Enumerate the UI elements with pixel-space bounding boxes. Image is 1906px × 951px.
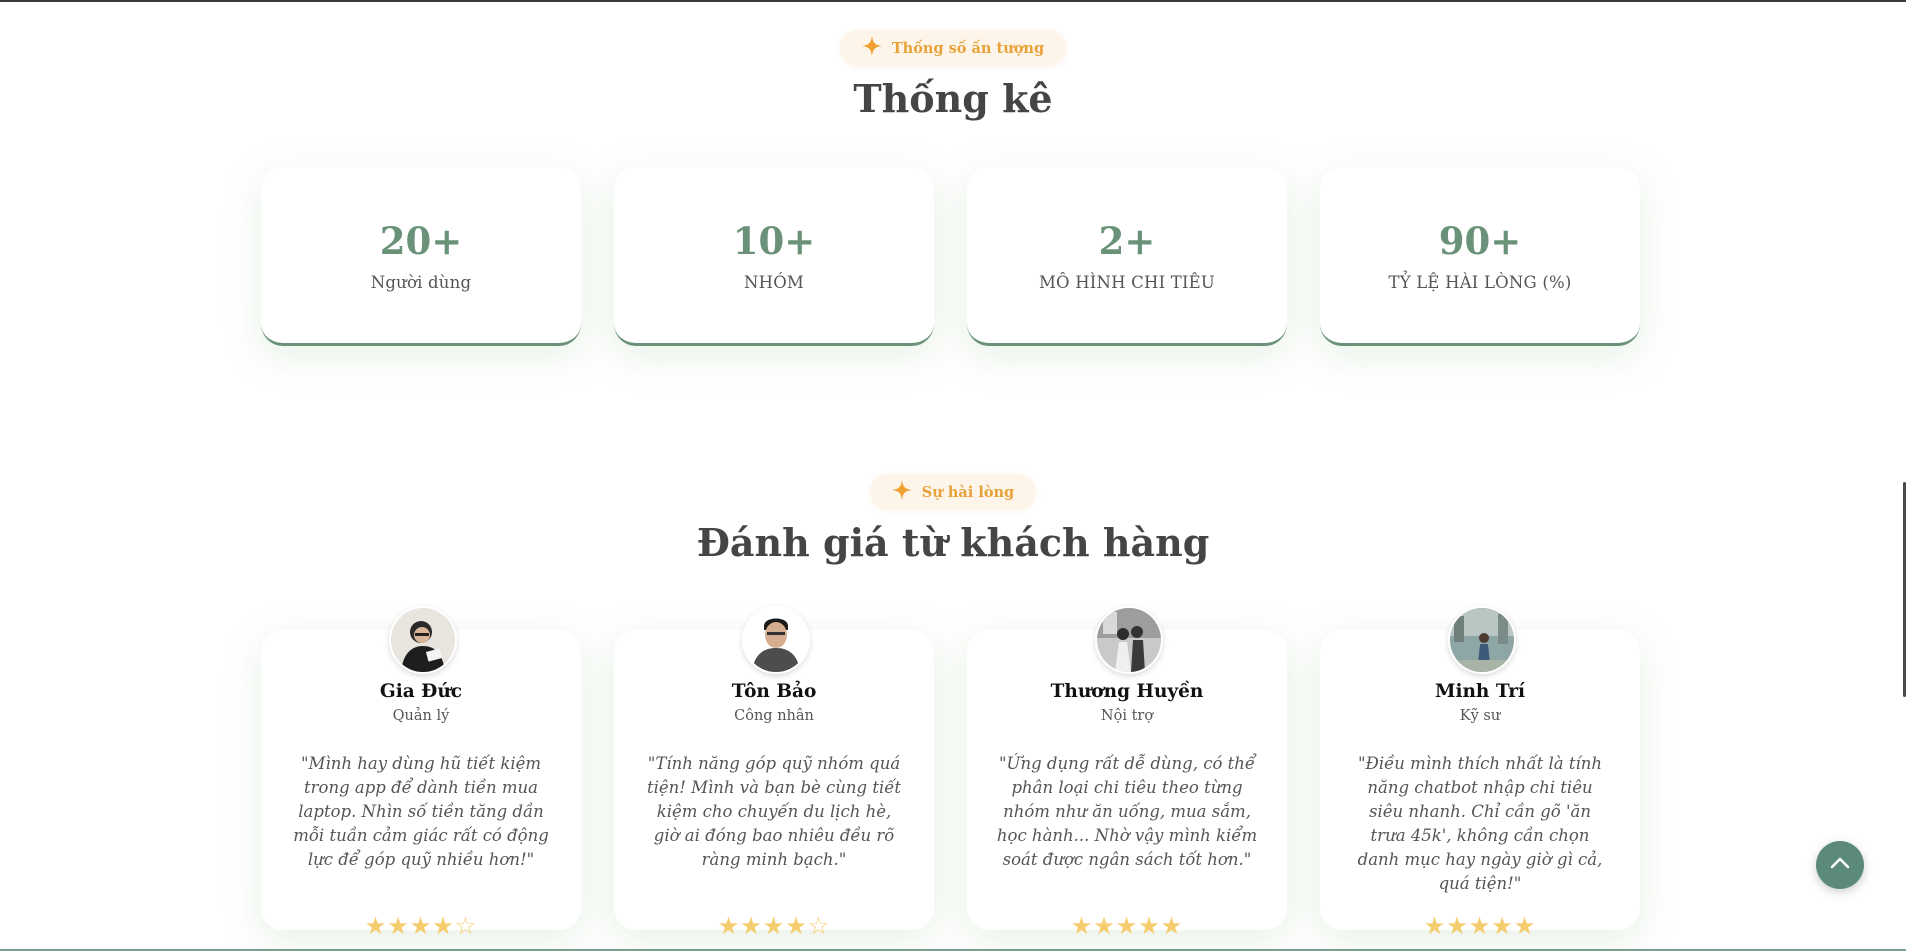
star-icon: ★ — [1160, 912, 1184, 940]
reviewer-name: Minh Trí — [1434, 681, 1526, 702]
star-icon: ★ — [717, 912, 741, 940]
star-icon: ★ — [387, 912, 410, 940]
star-icon: ★ — [1513, 912, 1537, 940]
star-icon: ★ — [1070, 912, 1094, 940]
reviews-badge-label: Sự hài lòng — [921, 483, 1015, 501]
sparkle-icon — [891, 480, 912, 504]
stat-card-groups: 10+ NHÓM — [614, 167, 934, 346]
avatar — [389, 606, 457, 674]
review-quote: "Mình hay dùng hũ tiết kiệm trong app để… — [293, 754, 549, 869]
star-outline-icon: ☆ — [807, 912, 831, 940]
stats-badge: Thống số ấn tượng — [839, 30, 1067, 66]
sparkle-icon — [861, 36, 882, 60]
top-border — [0, 0, 1906, 2]
star-icon: ★ — [762, 912, 786, 940]
review-card: Thương Huyền Nội trợ "Ứng dụng rất dễ dù… — [967, 606, 1287, 940]
stat-value: 10+ — [732, 219, 816, 263]
reviewer-name: Gia Đức — [379, 681, 463, 702]
star-rating: ★★★★★ — [1320, 912, 1640, 940]
star-rating: ★★★★☆ — [614, 912, 934, 940]
star-icon: ★ — [432, 912, 455, 940]
avatar — [742, 606, 810, 674]
review-quote: "Điều mình thích nhất là tính năng chatb… — [1357, 754, 1603, 893]
stat-label: Người dùng — [370, 273, 472, 292]
star-outline-icon: ☆ — [454, 912, 478, 940]
stat-value: 20+ — [379, 219, 463, 263]
stat-card-satisfaction: 90+ TỶ LỆ HÀI LÒNG (%) — [1320, 167, 1640, 346]
star-icon: ★ — [1093, 912, 1116, 940]
reviewer-role: Kỹ sư — [1459, 708, 1501, 724]
review-card: Minh Trí Kỹ sư "Điều mình thích nhất là … — [1320, 606, 1640, 940]
star-icon: ★ — [1491, 912, 1514, 940]
stat-card-users: 20+ Người dùng — [261, 167, 581, 346]
stats-badge-label: Thống số ấn tượng — [891, 39, 1045, 57]
reviewer-name: Tôn Bảo — [731, 681, 817, 702]
review-quote: "Tính năng góp quỹ nhóm quá tiện! Mình v… — [646, 754, 902, 869]
reviews-title: Đánh giá từ khách hàng — [696, 520, 1210, 565]
star-icon: ★ — [1446, 912, 1469, 940]
reviews-badge: Sự hài lòng — [869, 474, 1037, 510]
star-icon: ★ — [1468, 912, 1492, 940]
star-icon: ★ — [1115, 912, 1139, 940]
reviews-header: Sự hài lòng Đánh giá từ khách hàng — [0, 474, 1906, 565]
star-rating: ★★★★★ — [967, 912, 1287, 940]
star-icon: ★ — [1423, 912, 1447, 940]
reviewer-role: Công nhân — [734, 708, 814, 724]
stat-card-spending-models: 2+ MÔ HÌNH CHI TIÊU — [967, 167, 1287, 346]
review-quote: "Ứng dụng rất dễ dùng, có thể phân loại … — [996, 754, 1258, 869]
star-rating: ★★★★☆ — [261, 912, 581, 940]
stat-value: 2+ — [1098, 219, 1156, 263]
star-icon: ★ — [364, 912, 388, 940]
stats-header: Thống số ấn tượng Thống kê — [0, 30, 1906, 121]
star-icon: ★ — [785, 912, 808, 940]
star-icon: ★ — [740, 912, 763, 940]
star-icon: ★ — [409, 912, 433, 940]
star-icon: ★ — [1138, 912, 1161, 940]
review-card: Gia Đức Quản lý "Mình hay dùng hũ tiết k… — [261, 606, 581, 940]
reviewer-role: Quản lý — [392, 708, 450, 724]
stat-label: TỶ LỆ HÀI LÒNG (%) — [1388, 273, 1572, 292]
avatar — [1095, 606, 1163, 674]
review-card: Tôn Bảo Công nhân "Tính năng góp quỹ nhó… — [614, 606, 934, 940]
stats-title: Thống kê — [853, 76, 1053, 121]
avatar — [1448, 606, 1516, 674]
stat-value: 90+ — [1438, 219, 1522, 263]
stat-label: NHÓM — [743, 273, 805, 292]
stat-label: MÔ HÌNH CHI TIÊU — [1038, 273, 1216, 292]
reviewer-name: Thương Huyền — [1050, 681, 1204, 702]
reviewer-role: Nội trợ — [1100, 708, 1154, 724]
chevron-up-icon — [1827, 850, 1853, 880]
back-to-top-button[interactable] — [1816, 841, 1864, 889]
